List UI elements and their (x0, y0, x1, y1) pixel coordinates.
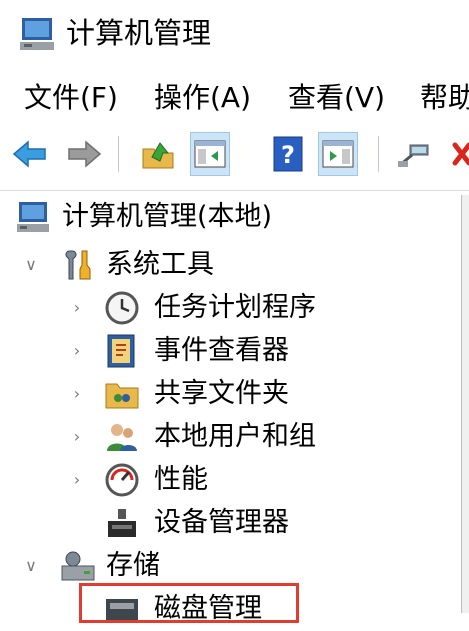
console-tree-icon (194, 140, 226, 168)
window-title: 计算机管理 (66, 16, 212, 50)
menu-help[interactable]: 帮助 (420, 78, 469, 118)
network-connect-icon (398, 144, 429, 167)
tree-label: 共享文件夹 (154, 378, 289, 409)
computer-management-icon (17, 202, 49, 232)
tree-label: 系统工具 (106, 249, 214, 280)
connect-button[interactable] (394, 132, 434, 176)
up-level-button[interactable] (138, 132, 178, 176)
tree-item-storage[interactable]: ∨ 存储 (0, 544, 220, 588)
console-tree: 计算机管理(本地) ∨ 系统工具 › 任务计划程序 › 事件查看器 › 共享文件… (0, 195, 460, 624)
tree-label: 性能 (154, 464, 208, 495)
svg-text:?: ? (281, 141, 295, 169)
tree-item-local-users[interactable]: › 本地用户和组 (0, 415, 340, 459)
tree-label: 设备管理器 (154, 507, 289, 538)
chevron-right-icon[interactable]: › (68, 458, 86, 502)
help-question-icon: ? (273, 136, 303, 172)
help-button[interactable]: ? (268, 132, 308, 176)
menu-action[interactable]: 操作(A) (154, 78, 251, 118)
event-viewer-icon (107, 334, 135, 368)
chevron-right-icon[interactable]: › (68, 329, 86, 373)
tree-item-task-scheduler[interactable]: › 任务计划程序 (0, 286, 340, 330)
tree-label: 计算机管理(本地) (62, 201, 273, 232)
right-pane-edge (461, 195, 469, 613)
toolbar-separator (118, 136, 119, 172)
chevron-right-icon[interactable]: › (68, 372, 86, 416)
clock-icon (105, 291, 139, 325)
chevron-down-icon[interactable]: ∨ (22, 243, 40, 287)
tree-item-performance[interactable]: › 性能 (0, 458, 260, 502)
tree-item-device-manager[interactable]: 设备管理器 (0, 501, 320, 545)
tree-label: 本地用户和组 (154, 421, 316, 452)
tree-item-root[interactable]: 计算机管理(本地) (0, 195, 300, 239)
show-hide-console-tree-button[interactable] (190, 132, 230, 176)
shared-folder-icon (105, 383, 139, 409)
performance-gauge-icon (105, 463, 139, 497)
tree-item-event-viewer[interactable]: › 事件查看器 (0, 329, 340, 373)
pane-divider (0, 190, 469, 191)
users-icon (107, 424, 137, 451)
toolbar-separator-2 (378, 136, 379, 172)
menu-bar: 文件(F) 操作(A) 查看(V) 帮助 (0, 72, 469, 124)
show-hide-action-pane-button[interactable] (318, 132, 358, 176)
device-manager-icon (108, 509, 136, 537)
delete-x-icon (452, 142, 469, 166)
forward-arrow-icon (68, 140, 102, 168)
storage-icon (61, 551, 95, 581)
menu-file[interactable]: 文件(F) (24, 78, 118, 118)
title-bar: 计算机管理 (0, 0, 469, 72)
tree-label: 任务计划程序 (154, 292, 316, 323)
chevron-right-icon[interactable]: › (68, 286, 86, 330)
menu-view[interactable]: 查看(V) (288, 78, 385, 118)
delete-button[interactable] (448, 132, 469, 176)
chevron-right-icon[interactable]: › (68, 415, 86, 459)
forward-button[interactable] (64, 132, 104, 176)
tree-label: 存储 (106, 550, 160, 581)
toolbar: ? (0, 124, 469, 186)
chevron-down-icon[interactable]: ∨ (22, 544, 40, 588)
tree-item-shared-folders[interactable]: › 共享文件夹 (0, 372, 340, 416)
back-arrow-icon (12, 140, 46, 168)
tools-icon (65, 250, 91, 280)
tree-item-system-tools[interactable]: ∨ 系统工具 (0, 243, 260, 287)
action-pane-icon (322, 140, 354, 168)
highlight-box (79, 583, 299, 623)
back-button[interactable] (10, 132, 50, 176)
tree-label: 事件查看器 (154, 335, 289, 366)
computer-management-icon (20, 18, 54, 50)
folder-up-icon (142, 142, 174, 169)
